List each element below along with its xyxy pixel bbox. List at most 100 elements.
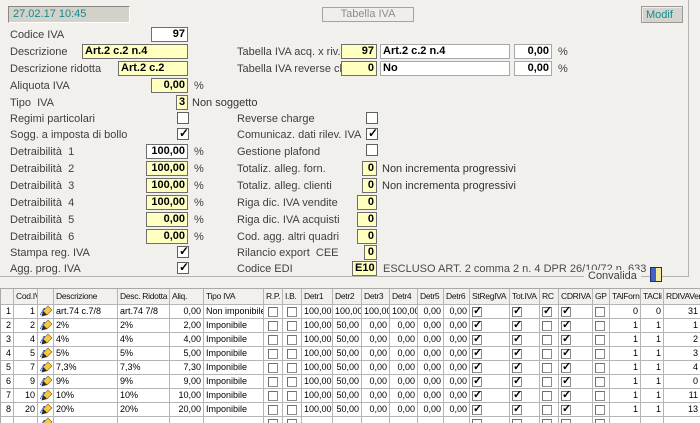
cell-rdiva-vend[interactable]: 1 — [664, 319, 700, 332]
cell-desc-ridotta[interactable] — [118, 417, 170, 423]
agg-prog-iva-checkbox[interactable] — [177, 262, 189, 274]
rc-checkbox[interactable] — [542, 349, 552, 359]
stampa-reg-iva-checkbox[interactable] — [177, 246, 189, 258]
cell-rdiva-vend[interactable]: 31 — [664, 305, 700, 318]
cell-rdiva-vend[interactable]: 4 — [664, 361, 700, 374]
cell-descrizione[interactable]: 2% — [54, 319, 118, 332]
cell-descrizione[interactable]: 10% — [54, 389, 118, 402]
cdriva-checkbox[interactable] — [561, 405, 571, 415]
cell-detr6[interactable]: 0,00 — [444, 361, 470, 374]
cell-rdiva-vend[interactable]: 13 — [664, 403, 700, 416]
riga-acquisti-field[interactable]: 0 — [357, 212, 377, 227]
cell-talforn[interactable]: 1 — [610, 375, 641, 388]
cell-rdiva-vend[interactable]: 3 — [664, 347, 700, 360]
rp-checkbox[interactable] — [268, 419, 278, 423]
cell-detr1[interactable]: 100,00 — [302, 389, 333, 402]
rilancio-export-field[interactable]: 0 — [364, 245, 377, 260]
cell-talforn[interactable]: 1 — [610, 347, 641, 360]
cell-tipo-iva[interactable]: Non imponibile — [204, 305, 264, 318]
tot-iva-checkbox[interactable] — [512, 405, 522, 415]
cod-agg-quadri-field[interactable]: 0 — [357, 229, 377, 244]
cell-rdiva-vend[interactable] — [664, 417, 700, 423]
reverse-charge-checkbox[interactable] — [366, 112, 378, 124]
cell-detr1[interactable]: 100,00 — [302, 333, 333, 346]
cell-tipo-iva[interactable]: Imponibile — [204, 347, 264, 360]
modif-button[interactable]: Modif — [641, 6, 683, 23]
cdriva-checkbox[interactable] — [561, 335, 571, 345]
rc-checkbox[interactable] — [542, 321, 552, 331]
edit-icon[interactable]: A — [40, 375, 53, 387]
edit-icon[interactable]: A — [40, 333, 53, 345]
cell-detr3[interactable]: 0,00 — [362, 319, 390, 332]
cell-detr2[interactable]: 50,00 — [333, 375, 362, 388]
cell-detr6[interactable]: 0,00 — [444, 305, 470, 318]
detraibilita4-field[interactable]: 100,00 — [146, 195, 188, 210]
edit-icon[interactable]: A — [40, 305, 53, 317]
cell-detr2[interactable]: 100,00 — [333, 305, 362, 318]
cell-detr5[interactable]: 0,00 — [418, 333, 444, 346]
edit-icon[interactable]: A — [40, 347, 53, 359]
cell-edit-icon[interactable]: A — [38, 403, 54, 416]
table-row[interactable]: 57 A 7,3%7,3%7,30Imponibile100,0050,000,… — [1, 361, 700, 375]
cell-tacli[interactable]: 1 — [641, 347, 664, 360]
cell-edit-icon[interactable]: A — [38, 389, 54, 402]
table-row[interactable]: 710 A 10%10%10,00Imponibile100,0050,000,… — [1, 389, 700, 403]
cell-detr3[interactable]: 0,00 — [362, 375, 390, 388]
cell-descrizione[interactable]: 4% — [54, 333, 118, 346]
aliquota-iva-field[interactable]: 0,00 — [151, 78, 188, 93]
cell-cod-iva[interactable]: 5 — [14, 347, 38, 360]
ib-checkbox[interactable] — [287, 405, 297, 415]
rp-checkbox[interactable] — [268, 377, 278, 387]
streg-iva-checkbox[interactable] — [472, 307, 482, 317]
cell-detr4[interactable] — [390, 417, 418, 423]
rp-checkbox[interactable] — [268, 321, 278, 331]
tabella-rc-code-field[interactable]: 0 — [341, 61, 377, 76]
cell-detr4[interactable]: 0,00 — [390, 389, 418, 402]
table-row[interactable]: 11 A art.74 c.7/8art.74 7/80,00Non impon… — [1, 305, 700, 319]
tot-iva-checkbox[interactable] — [512, 307, 522, 317]
cell-rdiva-vend[interactable]: 2 — [664, 333, 700, 346]
streg-iva-checkbox[interactable] — [472, 335, 482, 345]
cell-detr3[interactable]: 0,00 — [362, 347, 390, 360]
cell-detr1[interactable]: 100,00 — [302, 305, 333, 318]
gp-checkbox[interactable] — [595, 391, 605, 401]
cell-detr4[interactable]: 0,00 — [390, 361, 418, 374]
cell-aliq[interactable]: 4,00 — [170, 333, 204, 346]
rp-checkbox[interactable] — [268, 405, 278, 415]
cell-detr5[interactable]: 0,00 — [418, 347, 444, 360]
streg-iva-checkbox[interactable] — [472, 377, 482, 387]
cell-detr5[interactable]: 0,00 — [418, 375, 444, 388]
cell-detr3[interactable]: 100,00 — [362, 305, 390, 318]
cell-detr2[interactable]: 50,00 — [333, 361, 362, 374]
cell-tacli[interactable]: 1 — [641, 375, 664, 388]
cell-detr6[interactable]: 0,00 — [444, 319, 470, 332]
rc-checkbox[interactable] — [542, 391, 552, 401]
cell-desc-ridotta[interactable]: 10% — [118, 389, 170, 402]
codice-edi-field[interactable]: E10 — [352, 261, 377, 276]
cell-tacli[interactable]: 1 — [641, 319, 664, 332]
cell-descrizione[interactable]: 20% — [54, 403, 118, 416]
cdriva-checkbox[interactable] — [561, 349, 571, 359]
cell-desc-ridotta[interactable]: 7,3% — [118, 361, 170, 374]
streg-iva-checkbox[interactable] — [472, 321, 482, 331]
rp-checkbox[interactable] — [268, 307, 278, 317]
cell-detr3[interactable] — [362, 417, 390, 423]
cell-desc-ridotta[interactable]: 20% — [118, 403, 170, 416]
cell-desc-ridotta[interactable]: 4% — [118, 333, 170, 346]
cell-detr2[interactable]: 50,00 — [333, 333, 362, 346]
cell-tipo-iva[interactable]: Imponibile — [204, 389, 264, 402]
cell-detr1[interactable]: 100,00 — [302, 403, 333, 416]
cell-tipo-iva[interactable]: Imponibile — [204, 319, 264, 332]
cell-rdiva-vend[interactable]: 11 — [664, 389, 700, 402]
sogg-imposta-bollo-checkbox[interactable] — [177, 128, 189, 140]
tot-iva-checkbox[interactable] — [512, 419, 522, 423]
table-row[interactable]: 45 A 5%5%5,00Imponibile100,0050,000,000,… — [1, 347, 700, 361]
streg-iva-checkbox[interactable] — [472, 405, 482, 415]
cell-tipo-iva[interactable]: Imponibile — [204, 361, 264, 374]
cell-detr1[interactable]: 100,00 — [302, 375, 333, 388]
rc-checkbox[interactable] — [542, 405, 552, 415]
cell-detr2[interactable]: 50,00 — [333, 389, 362, 402]
gp-checkbox[interactable] — [595, 363, 605, 373]
descrizione-ridotta-field[interactable]: Art.2 c.2 — [118, 61, 188, 76]
ib-checkbox[interactable] — [287, 377, 297, 387]
